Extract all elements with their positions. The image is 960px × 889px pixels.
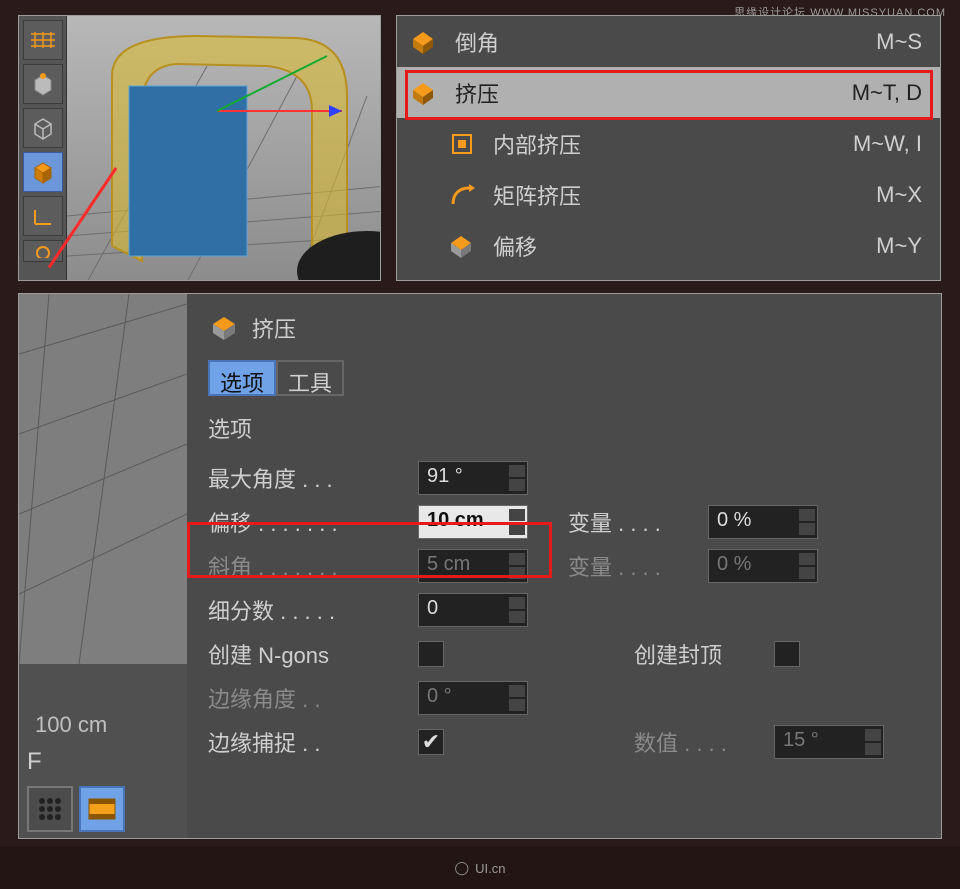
section-title: 选项 — [208, 412, 927, 444]
row-bevel: 斜角 . . . . . . . 5 cm 变量 . . . . 0 % — [208, 544, 927, 588]
menu-shortcut: M~X — [876, 182, 922, 208]
row-offset: 偏移 . . . . . . . 10 cm 变量 . . . . 0 % — [208, 500, 927, 544]
axis-icon — [26, 199, 60, 233]
attribute-panel: 100 cm F 挤压 选项 工具 选项 最大角度 . . . 91 ° 偏移 … — [18, 293, 942, 839]
menu-shortcut: M~W, I — [853, 131, 922, 157]
attribute-title-row: 挤压 — [208, 306, 927, 350]
row-subdiv: 细分数 . . . . . 0 — [208, 588, 927, 632]
menu-label: 挤压 — [455, 77, 852, 109]
menu-item-inner-extrude[interactable]: 内部挤压 M~W, I — [397, 118, 940, 169]
label-bevel-var: 变量 . . . . — [568, 550, 708, 582]
tool-polygon[interactable] — [23, 152, 63, 192]
input-offset-var[interactable]: 0 % — [708, 505, 818, 539]
row-edge-snap: 边缘捕捉 . . ✔ 数值 . . . . 15 ° — [208, 720, 927, 764]
row-ngons: 创建 N-gons 创建封顶 — [208, 632, 927, 676]
spinner-icon — [509, 684, 525, 712]
footer-text: UI.cn — [475, 861, 505, 876]
label-offset-var: 变量 . . . . — [568, 506, 708, 538]
menu-label: 矩阵挤压 — [493, 179, 876, 211]
menu-item-matrix-extrude[interactable]: 矩阵挤压 M~X — [397, 169, 940, 220]
spinner-icon[interactable] — [509, 508, 525, 536]
menu-shortcut: M~S — [876, 29, 922, 55]
input-bevel: 5 cm — [418, 549, 528, 583]
spinner-icon — [799, 552, 815, 580]
input-subdiv[interactable]: 0 — [418, 593, 528, 627]
tool-axis[interactable] — [23, 196, 63, 236]
cube-wire-icon — [26, 111, 60, 145]
measure-readout: 100 cm — [35, 712, 171, 738]
spinner-icon[interactable] — [799, 508, 815, 536]
label-subdiv: 细分数 . . . . . — [208, 594, 418, 626]
tool-point[interactable] — [23, 64, 63, 104]
tab-options[interactable]: 选项 — [208, 360, 276, 396]
viewport-panel — [18, 15, 381, 281]
spinner-icon — [865, 728, 881, 756]
extrude-icon — [407, 76, 441, 110]
offset-icon — [445, 229, 479, 263]
mode-toolbar — [19, 16, 67, 281]
footer-logo-icon: ◯ — [455, 860, 470, 876]
menu-shortcut: M~T, D — [852, 80, 922, 106]
label-offset: 偏移 . . . . . . . — [208, 506, 418, 538]
viewport-side-footer: 100 cm F — [19, 664, 187, 839]
label-max-angle: 最大角度 . . . — [208, 462, 418, 494]
viewport-3d[interactable] — [67, 16, 380, 280]
menu-label: 偏移 — [493, 230, 876, 262]
attribute-tabs: 选项 工具 — [208, 360, 927, 396]
extrude-icon — [208, 311, 242, 345]
layout-button-grid[interactable] — [27, 786, 73, 832]
bevel-icon — [407, 25, 441, 59]
tool-grid[interactable] — [23, 20, 63, 60]
checkbox-cap[interactable] — [774, 641, 800, 667]
cube-fill-icon — [26, 155, 60, 189]
checkbox-edge-snap[interactable]: ✔ — [418, 729, 444, 755]
label-cap: 创建封顶 — [634, 638, 774, 670]
circle-icon — [26, 234, 60, 268]
viewport-side[interactable] — [19, 294, 187, 664]
film-icon — [87, 797, 117, 821]
menu-item-offset[interactable]: 偏移 M~Y — [397, 220, 940, 271]
row-max-angle: 最大角度 . . . 91 ° — [208, 456, 927, 500]
viewport-scene — [67, 16, 381, 281]
menu-item-bevel[interactable]: 倒角 M~S — [397, 16, 940, 67]
menu-label: 倒角 — [455, 26, 876, 58]
layout-button-film[interactable] — [79, 786, 125, 832]
tab-tool[interactable]: 工具 — [276, 360, 344, 396]
page-footer: ◯ UI.cn — [0, 847, 960, 889]
spinner-icon — [509, 552, 525, 580]
grid9-icon — [36, 795, 64, 823]
inner-extrude-icon — [445, 127, 479, 161]
input-bevel-var: 0 % — [708, 549, 818, 583]
label-edge-snap: 边缘捕捉 . . — [208, 726, 418, 758]
label-edge-angle: 边缘角度 . . — [208, 682, 418, 714]
input-edge-angle: 0 ° — [418, 681, 528, 715]
spinner-icon[interactable] — [509, 464, 525, 492]
tool-menu: 倒角 M~S 挤压 M~T, D 内部挤压 M~W, I 矩阵挤压 M~X 偏移… — [396, 15, 941, 281]
projection-label: F — [27, 748, 42, 776]
input-offset[interactable]: 10 cm — [418, 505, 528, 539]
cube-point-icon — [26, 67, 60, 101]
input-max-angle[interactable]: 91 ° — [418, 461, 528, 495]
attribute-title: 挤压 — [252, 312, 296, 344]
input-edge-snap-num: 15 ° — [774, 725, 884, 759]
attribute-main: 挤压 选项 工具 选项 最大角度 . . . 91 ° 偏移 . . . . .… — [194, 294, 941, 838]
label-ngons: 创建 N-gons — [208, 638, 418, 670]
label-bevel: 斜角 . . . . . . . — [208, 550, 418, 582]
grid-icon — [26, 23, 60, 57]
tool-edge[interactable] — [23, 108, 63, 148]
row-edge-angle: 边缘角度 . . 0 ° — [208, 676, 927, 720]
label-edge-snap-num: 数值 . . . . — [634, 726, 774, 758]
matrix-extrude-icon — [445, 178, 479, 212]
side-grid-graphic — [19, 294, 187, 664]
menu-label: 内部挤压 — [493, 128, 853, 160]
menu-shortcut: M~Y — [876, 233, 922, 259]
checkbox-ngons[interactable] — [418, 641, 444, 667]
menu-item-extrude[interactable]: 挤压 M~T, D — [397, 67, 940, 118]
spinner-icon[interactable] — [509, 596, 525, 624]
